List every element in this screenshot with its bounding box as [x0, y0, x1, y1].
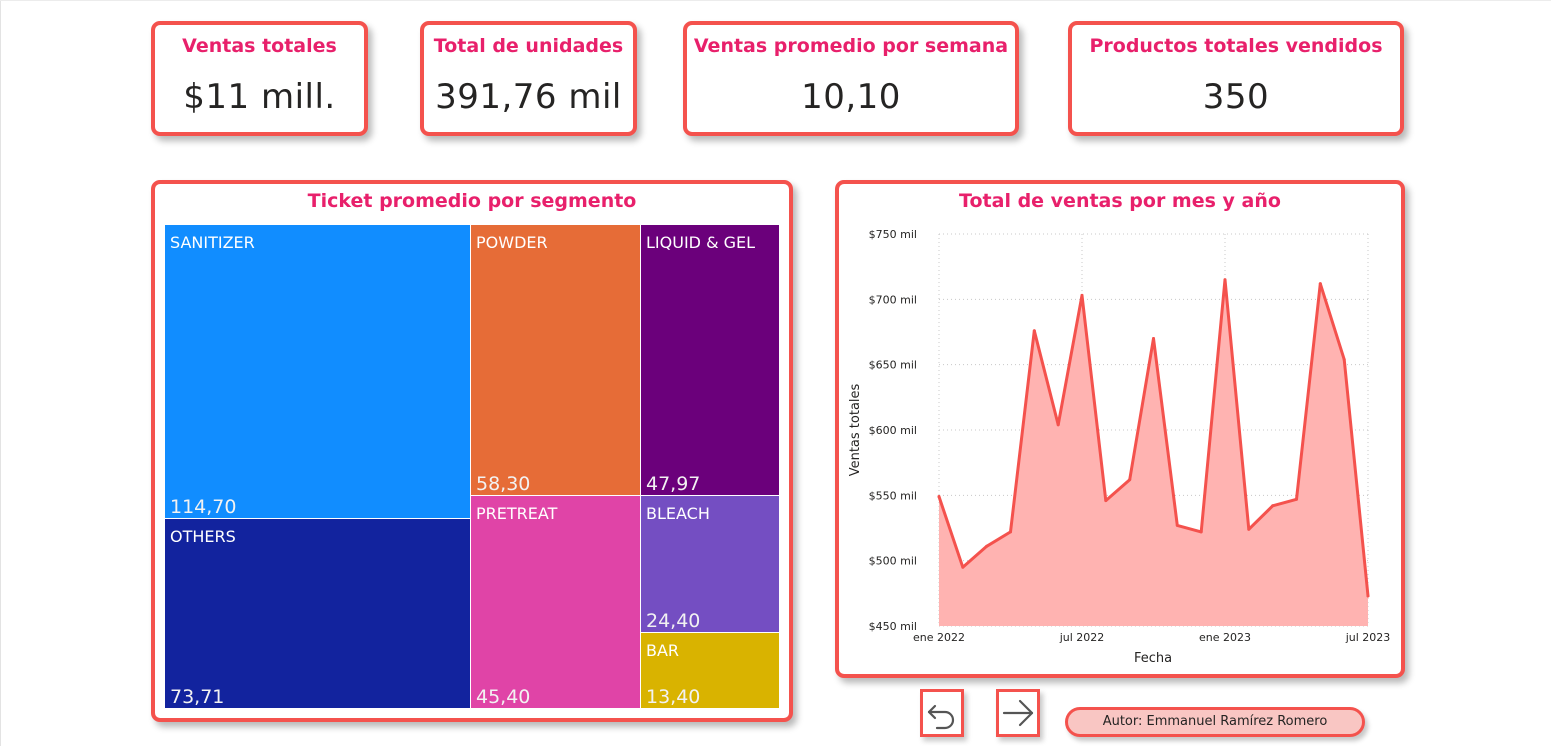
data-point[interactable]	[1056, 423, 1060, 427]
author-label: Autor: Emmanuel Ramírez Romero	[1065, 707, 1365, 737]
data-point[interactable]	[961, 565, 965, 569]
tile-label: POWDER	[476, 233, 548, 252]
data-point[interactable]	[1223, 278, 1227, 282]
kpi-card-productos-vendidos: Productos totales vendidos 350	[1068, 21, 1404, 136]
treemap-tile-bleach[interactable]: BLEACH 24,40	[640, 495, 780, 633]
y-tick-label: $500 mil	[869, 555, 917, 568]
data-point[interactable]	[1009, 530, 1012, 534]
tile-label: SANITIZER	[170, 233, 255, 252]
x-tick-label: jul 2022	[1059, 631, 1105, 644]
tile-value: 13,40	[646, 686, 701, 708]
line-chart-title: Total de ventas por mes y año	[959, 190, 1281, 212]
undo-arrow-icon	[927, 704, 955, 730]
kpi-value: 391,76 mil	[435, 77, 622, 117]
y-axis-title: Ventas totales	[848, 383, 863, 476]
area-fill	[939, 279, 1368, 626]
kpi-value: $11 mill.	[183, 77, 336, 117]
kpi-card-ventas-totales: Ventas totales $11 mill.	[151, 21, 368, 136]
page-top-edge	[0, 0, 1551, 1]
kpi-title: Ventas promedio por semana	[693, 35, 1009, 57]
tile-label: OTHERS	[170, 527, 236, 546]
data-point[interactable]	[1080, 293, 1084, 297]
tile-label: BLEACH	[646, 504, 710, 523]
y-tick-label: $600 mil	[869, 424, 917, 437]
forward-button[interactable]	[996, 689, 1040, 737]
treemap-tile-others[interactable]: OTHERS 73,71	[164, 518, 471, 709]
tile-label: PRETREAT	[476, 504, 558, 523]
data-point[interactable]	[1152, 337, 1155, 341]
y-tick-label: $750 mil	[869, 228, 917, 241]
y-tick-label: $650 mil	[869, 359, 917, 372]
data-point[interactable]	[1366, 594, 1370, 598]
y-tick-label: $550 mil	[869, 489, 917, 502]
data-point[interactable]	[1032, 329, 1036, 333]
data-point[interactable]	[1128, 478, 1132, 482]
kpi-card-ventas-semana: Ventas promedio por semana 10,10	[683, 21, 1019, 136]
treemap-title: Ticket promedio por segmento	[307, 190, 637, 212]
kpi-value: 10,10	[801, 77, 901, 117]
data-point[interactable]	[1295, 497, 1298, 501]
tile-value: 58,30	[476, 473, 531, 495]
tile-value: 114,70	[170, 496, 237, 518]
data-point[interactable]	[1318, 282, 1322, 286]
tile-label: BAR	[646, 641, 680, 660]
kpi-title: Productos totales vendidos	[1089, 35, 1383, 57]
sales-area-chart: $450 mil $500 mil $550 mil $600 mil $650 mil…	[848, 228, 1391, 666]
tile-value: 73,71	[170, 686, 225, 708]
tile-label: LIQUID & GEL	[646, 233, 756, 252]
right-arrow-icon	[1002, 699, 1034, 727]
data-point[interactable]	[1247, 527, 1251, 531]
tile-value: 24,40	[646, 610, 701, 632]
data-point[interactable]	[1104, 499, 1108, 503]
kpi-title: Total de unidades	[433, 35, 624, 57]
x-tick-label: ene 2022	[913, 631, 965, 644]
x-tick-label: ene 2023	[1199, 631, 1251, 644]
data-point[interactable]	[1175, 523, 1179, 527]
data-point[interactable]	[1271, 504, 1275, 508]
data-point[interactable]	[1342, 357, 1346, 361]
page-left-edge	[0, 0, 1, 746]
x-tick-label: jul 2023	[1345, 631, 1391, 644]
treemap-tile-bar[interactable]: BAR 13,40	[640, 632, 780, 709]
tile-value: 45,40	[476, 686, 531, 708]
back-button[interactable]	[920, 689, 964, 737]
treemap-tile-powder[interactable]: POWDER 58,30	[470, 224, 641, 496]
data-point[interactable]	[985, 544, 989, 548]
y-tick-label: $450 mil	[869, 620, 917, 633]
treemap-plot: SANITIZER 114,70 OTHERS 73,71 POWDER 58,…	[164, 224, 780, 709]
treemap-tile-liquid-gel[interactable]: LIQUID & GEL 47,97	[640, 224, 780, 496]
kpi-value: 350	[1202, 77, 1270, 117]
treemap-tile-pretreat[interactable]: PRETREAT 45,40	[470, 495, 641, 709]
x-axis-title: Fecha	[1134, 651, 1172, 666]
kpi-title: Ventas totales	[182, 35, 337, 57]
tile-value: 47,97	[646, 473, 701, 495]
data-point[interactable]	[937, 495, 941, 499]
y-tick-label: $700 mil	[869, 293, 917, 306]
treemap-tile-sanitizer[interactable]: SANITIZER 114,70	[164, 224, 471, 519]
kpi-card-total-unidades: Total de unidades 391,76 mil	[420, 21, 637, 136]
data-point[interactable]	[1199, 530, 1203, 534]
